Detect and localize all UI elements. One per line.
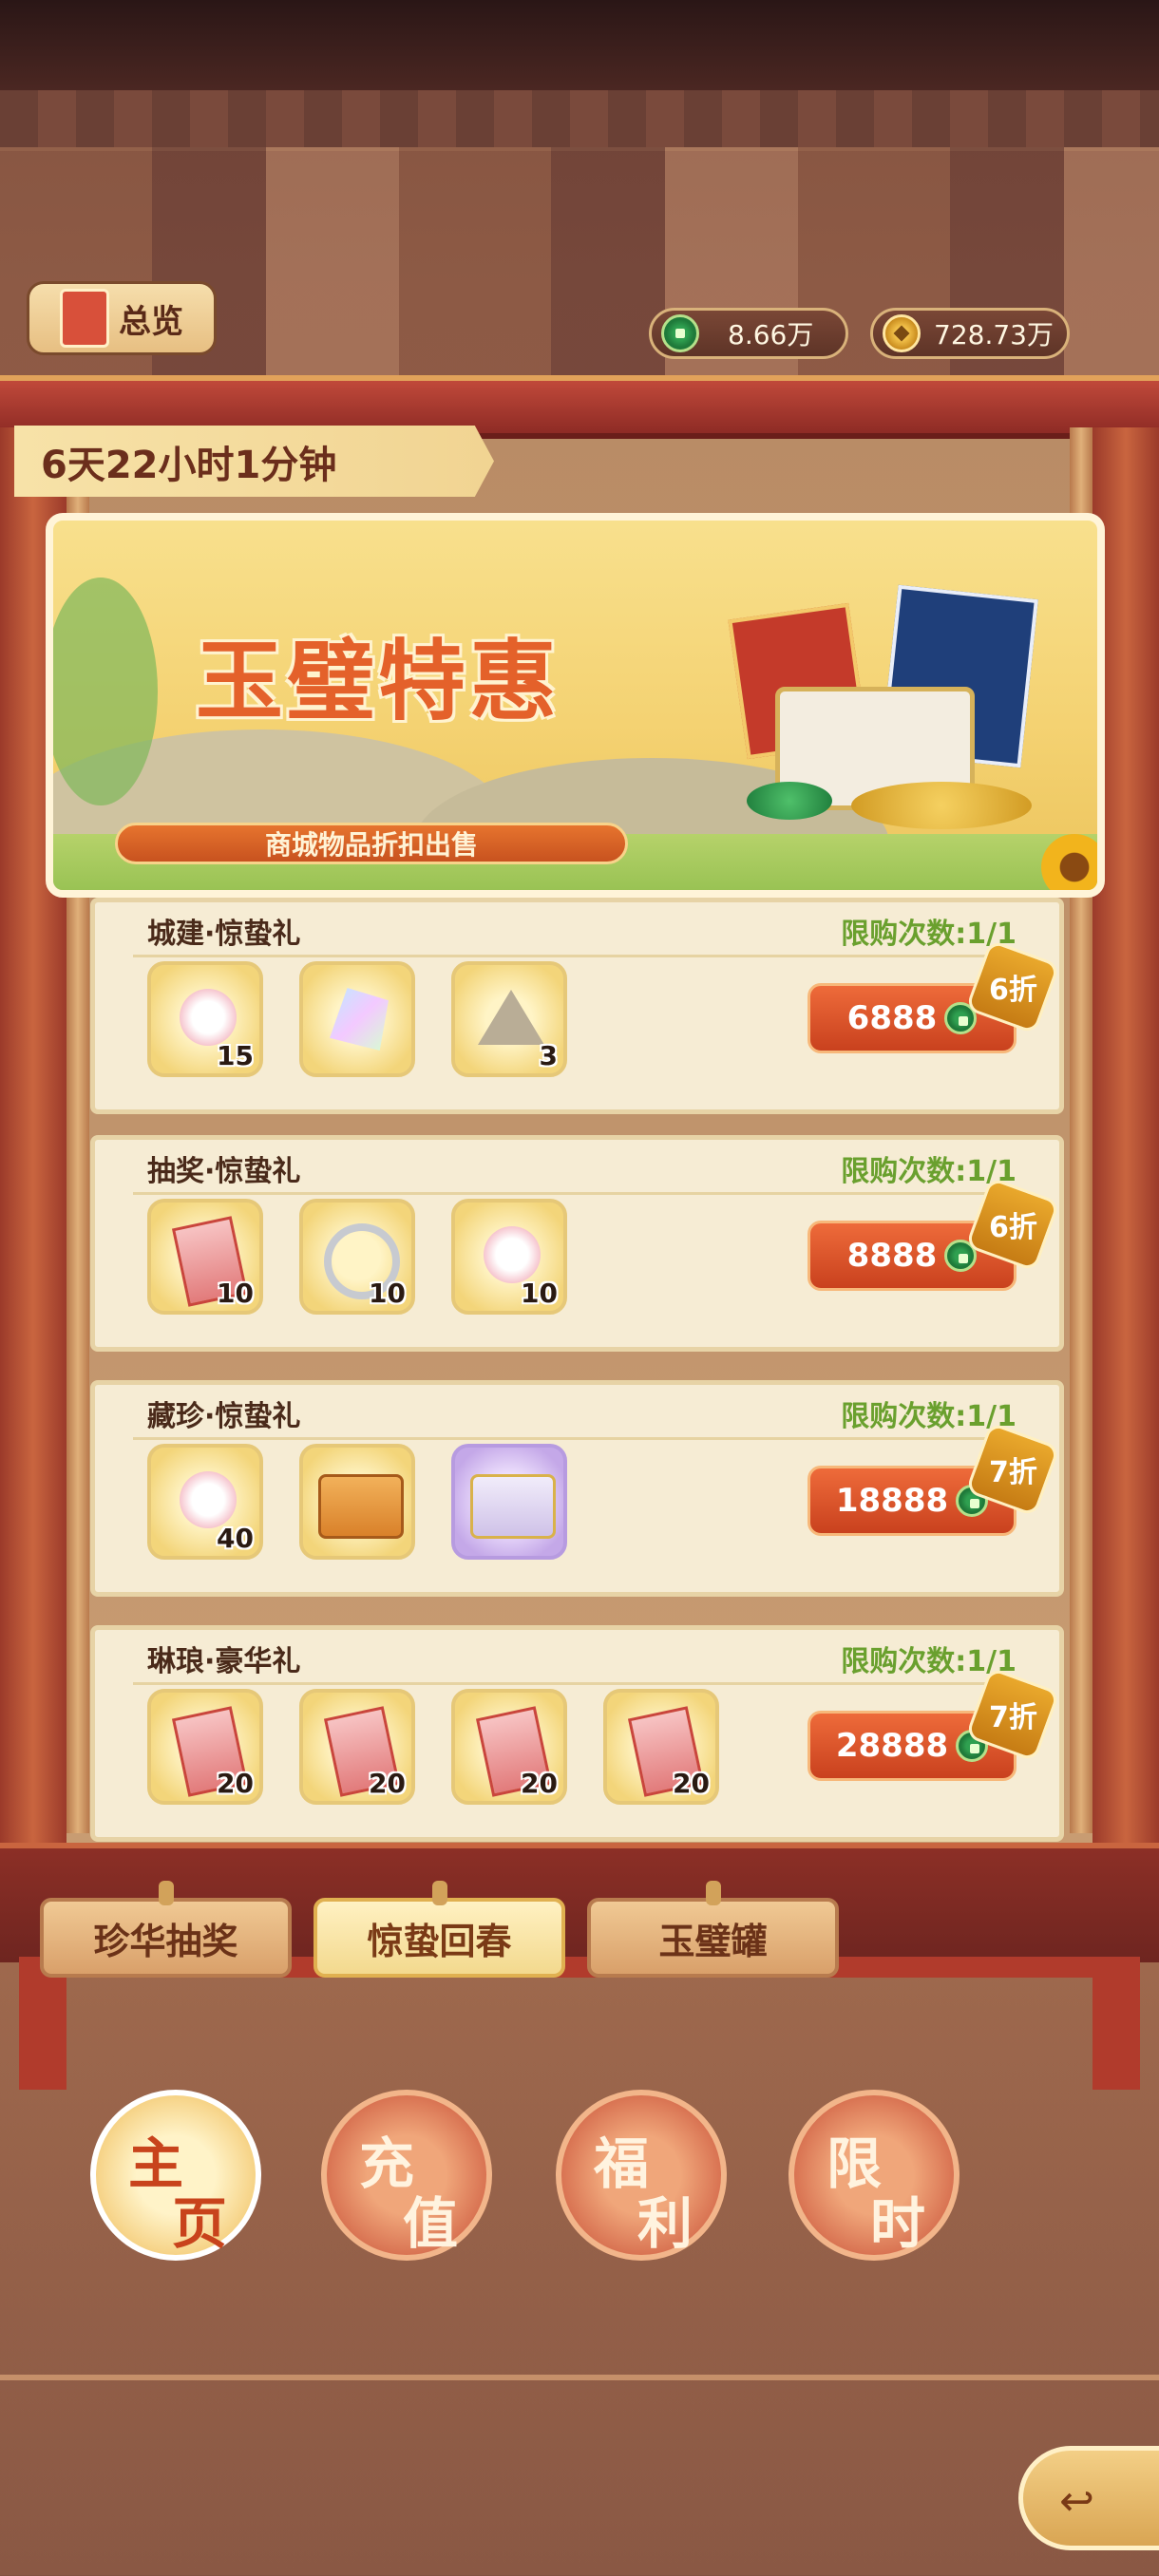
price-value: 8888 bbox=[846, 1237, 938, 1275]
pack-item[interactable] bbox=[299, 961, 415, 1077]
back-button[interactable]: ↩ bbox=[1018, 2446, 1159, 2550]
sunflower-icon bbox=[1041, 834, 1097, 890]
jade-coin-icon bbox=[661, 314, 699, 352]
tab-label: 珍华抽奖 bbox=[93, 1920, 238, 1962]
card-divider bbox=[133, 1437, 1026, 1440]
copper-coin-icon bbox=[883, 314, 921, 352]
item-quantity: 3 bbox=[539, 1040, 558, 1071]
nav-home[interactable]: 主 页 bbox=[90, 2090, 261, 2261]
shelf-leg bbox=[19, 1976, 66, 2090]
header-ornament-band bbox=[0, 90, 1159, 151]
cherry-blossom-icon bbox=[484, 1226, 541, 1283]
tab-jade-jar[interactable]: 玉璧罐 bbox=[587, 1881, 839, 1978]
shelf-leg bbox=[1092, 1976, 1140, 2090]
item-quantity: 20 bbox=[217, 1768, 254, 1799]
copper-amount: 728.73万 bbox=[934, 319, 1054, 350]
nav-welfare[interactable]: 福 利 bbox=[556, 2090, 727, 2261]
pack-item[interactable]: 10 bbox=[451, 1199, 567, 1315]
jade-currency-pill[interactable]: 8.66万 bbox=[649, 308, 848, 359]
card-divider bbox=[133, 1682, 1026, 1685]
item-quantity: 10 bbox=[369, 1278, 406, 1309]
orange-chest-icon bbox=[318, 1474, 404, 1539]
promo-banner: 玉璧特惠 商城物品折扣出售 bbox=[46, 513, 1105, 898]
crystal-icon bbox=[330, 988, 389, 1051]
card-divider bbox=[133, 955, 1026, 957]
pack-title: 城建·惊蛰礼 bbox=[147, 918, 301, 951]
item-quantity: 40 bbox=[217, 1523, 254, 1554]
jade-coins bbox=[747, 782, 832, 820]
nav-char-bottom: 利 bbox=[637, 2191, 694, 2256]
tab-label: 惊蛰回春 bbox=[367, 1920, 512, 1962]
cherry-blossom-icon bbox=[180, 989, 237, 1046]
price-value: 18888 bbox=[835, 1482, 949, 1520]
item-quantity: 20 bbox=[369, 1768, 406, 1799]
pack-item[interactable]: 40 bbox=[147, 1444, 263, 1560]
tab-hanger bbox=[431, 1881, 447, 1905]
pack-item[interactable] bbox=[451, 1444, 567, 1560]
tab-premium-lottery[interactable]: 珍华抽奖 bbox=[40, 1881, 292, 1978]
overview-button[interactable]: 总览 bbox=[27, 281, 217, 355]
tab-spring-awakening[interactable]: 惊蛰回春 bbox=[314, 1881, 565, 1978]
item-quantity: 20 bbox=[673, 1768, 710, 1799]
floor-line bbox=[0, 2375, 1159, 2380]
pack-card: 藏珍·惊蛰礼 限购次数:1/1 40 18888 7折 bbox=[90, 1380, 1064, 1597]
pack-item[interactable]: 15 bbox=[147, 961, 263, 1077]
pack-card: 抽奖·惊蛰礼 限购次数:1/1 10 10 10 8888 6折 bbox=[90, 1135, 1064, 1352]
copper-currency-pill[interactable]: 728.73万 bbox=[870, 308, 1070, 359]
pack-item[interactable]: 3 bbox=[451, 961, 567, 1077]
jade-amount: 8.66万 bbox=[728, 319, 814, 350]
pack-item[interactable]: 20 bbox=[299, 1689, 415, 1805]
event-countdown: 6天22小时1分钟 bbox=[14, 426, 494, 497]
discount-label: 7折 bbox=[988, 1456, 1037, 1489]
pack-title: 藏珍·惊蛰礼 bbox=[147, 1400, 301, 1433]
tent-icon bbox=[478, 990, 544, 1045]
back-arrow-icon: ↩ bbox=[1059, 2477, 1094, 2526]
discount-label: 7折 bbox=[988, 1701, 1037, 1734]
banner-subtitle: 商城物品折扣出售 bbox=[115, 823, 628, 864]
item-quantity: 15 bbox=[217, 1040, 254, 1071]
price-value: 28888 bbox=[835, 1727, 949, 1765]
pack-item[interactable]: 20 bbox=[147, 1689, 263, 1805]
tab-hanger bbox=[705, 1881, 721, 1905]
nav-char-bottom: 值 bbox=[403, 2191, 459, 2256]
header-roof-band bbox=[0, 0, 1159, 90]
pack-title: 琳琅·豪华礼 bbox=[147, 1645, 301, 1678]
nav-limited[interactable]: 限 时 bbox=[788, 2090, 960, 2261]
pack-title: 抽奖·惊蛰礼 bbox=[147, 1155, 301, 1188]
nav-char-bottom: 页 bbox=[172, 2191, 228, 2256]
pack-item[interactable]: 10 bbox=[147, 1199, 263, 1315]
pack-item[interactable]: 10 bbox=[299, 1199, 415, 1315]
pack-card: 琳琅·豪华礼 限购次数:1/1 20 20 20 20 28888 7折 bbox=[90, 1625, 1064, 1842]
gold-coins bbox=[851, 782, 1032, 829]
leaf-decoration bbox=[53, 578, 158, 805]
price-value: 6888 bbox=[846, 999, 938, 1037]
purple-chest-icon bbox=[470, 1474, 556, 1539]
discount-label: 6折 bbox=[988, 1211, 1037, 1244]
cherry-blossom-icon bbox=[180, 1471, 237, 1528]
tab-hanger bbox=[158, 1881, 174, 1905]
item-quantity: 10 bbox=[521, 1278, 558, 1309]
pack-item[interactable] bbox=[299, 1444, 415, 1560]
calendar-icon bbox=[60, 289, 109, 348]
pack-item[interactable]: 20 bbox=[603, 1689, 719, 1805]
banner-title: 玉璧特惠 bbox=[196, 631, 561, 732]
discount-label: 6折 bbox=[988, 974, 1037, 1007]
nav-char-bottom: 时 bbox=[870, 2191, 926, 2256]
tab-label: 玉璧罐 bbox=[658, 1920, 768, 1962]
treasure-chest-icon bbox=[728, 584, 1038, 839]
overview-label: 总览 bbox=[119, 302, 183, 341]
card-divider bbox=[133, 1192, 1026, 1195]
item-quantity: 10 bbox=[217, 1278, 254, 1309]
pack-card: 城建·惊蛰礼 限购次数:1/1 15 3 6888 6折 bbox=[90, 898, 1064, 1114]
nav-recharge[interactable]: 充 值 bbox=[321, 2090, 492, 2261]
pack-item[interactable]: 20 bbox=[451, 1689, 567, 1805]
item-quantity: 20 bbox=[521, 1768, 558, 1799]
